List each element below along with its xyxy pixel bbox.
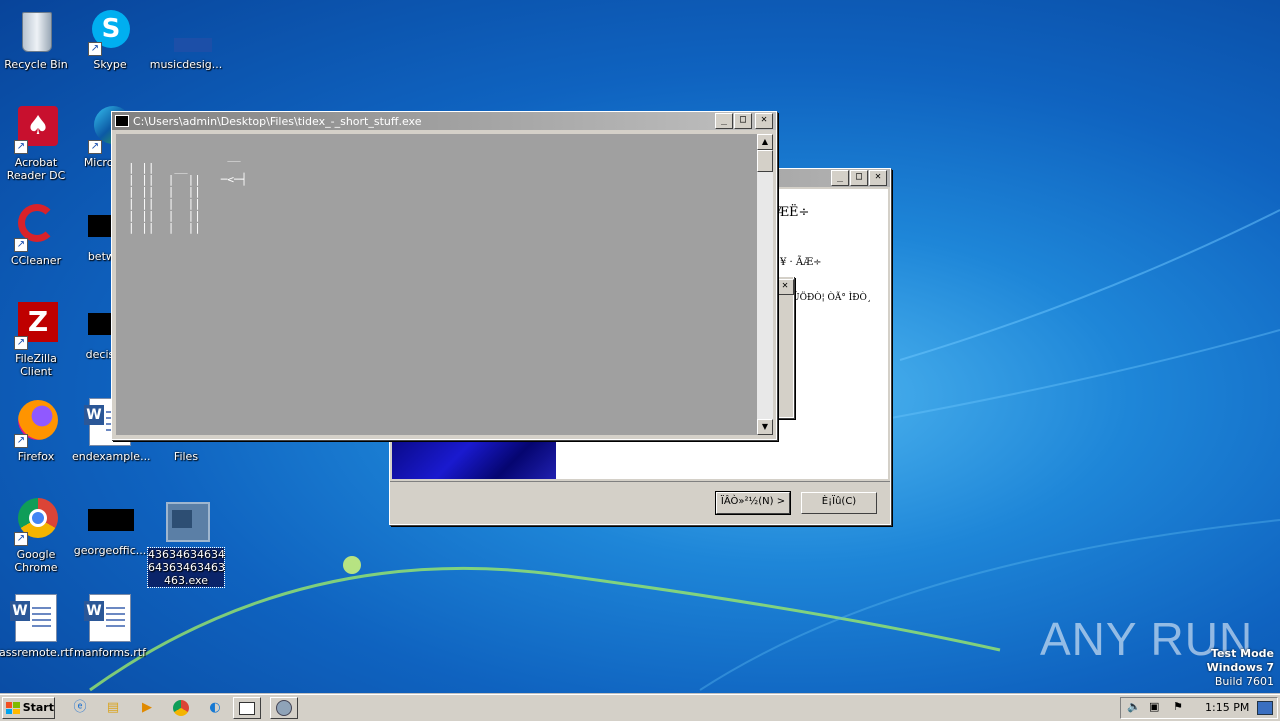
shortcut-arrow-icon: ↗: [88, 140, 102, 154]
media-player-icon[interactable]: ▶: [137, 698, 157, 718]
internet-explorer-icon[interactable]: ⓔ: [70, 698, 90, 718]
shortcut-arrow-icon: ↗: [14, 434, 28, 448]
file-thumbnail-icon: [88, 509, 134, 531]
acrobat-icon: ♠ ↗: [12, 104, 60, 154]
shortcut-arrow-icon: ↗: [14, 140, 28, 154]
shortcut-arrow-icon: ↗: [88, 42, 102, 56]
desktop-icon-ccleaner[interactable]: ↗ CCleaner: [0, 202, 74, 267]
desktop-icon-filezilla[interactable]: Z ↗ FileZilla Client: [0, 300, 74, 378]
minimize-button[interactable]: _: [831, 170, 849, 186]
chrome-taskbar-icon[interactable]: [171, 698, 191, 718]
console-taskbar-button[interactable]: [233, 697, 261, 719]
shortcut-arrow-icon: ↗: [14, 336, 28, 350]
installer-heading: ÆË÷: [776, 205, 810, 220]
desktop-icon-exe-file[interactable]: 43634634634 64363463463 463.exe: [147, 496, 225, 588]
volume-icon[interactable]: 🔈: [1127, 700, 1141, 713]
desktop-icon-assremote[interactable]: assremote.rtf: [0, 594, 74, 659]
console-title: C:\Users\admin\Desktop\Files\tidex_-_sho…: [133, 114, 422, 128]
desktop-icon-georgeoffic[interactable]: georgeoffic...: [72, 496, 148, 557]
desktop-icon-manforms[interactable]: manforms.rtf: [72, 594, 148, 659]
console-window[interactable]: C:\Users\admin\Desktop\Files\tidex_-_sho…: [111, 111, 777, 440]
test-mode-line: Test Mode: [1211, 647, 1274, 660]
scroll-down-button[interactable]: ▼: [757, 419, 773, 435]
desktop-icon-skype[interactable]: S ↗ Skype: [72, 6, 148, 71]
installer-taskbar-button[interactable]: [270, 697, 298, 719]
close-button[interactable]: ✕: [776, 279, 794, 295]
console-ascii-art: __ | || __ | || | || ─<─┤ | || | || | ||…: [128, 149, 248, 234]
close-button[interactable]: ✕: [755, 113, 773, 129]
explorer-folder-icon[interactable]: ▤: [103, 698, 123, 718]
next-button[interactable]: ÏÂÒ»²½(N) >: [715, 491, 791, 515]
installer-button-bar: ÏÂÒ»²½(N) > È¡Ïû(C): [390, 481, 890, 524]
skype-icon: S ↗: [86, 6, 134, 56]
installer-icon: [276, 700, 292, 716]
desktop-icon-acrobat-reader[interactable]: ♠ ↗ Acrobat Reader DC: [0, 104, 74, 182]
console-window-icon: [239, 702, 255, 715]
action-center-flag-icon[interactable]: ⚑: [1173, 700, 1183, 713]
console-scrollbar[interactable]: ▲ ▼: [757, 134, 773, 435]
network-icon[interactable]: ▣: [1149, 700, 1159, 713]
start-label: Start: [22, 701, 54, 714]
scroll-thumb[interactable]: [757, 150, 773, 172]
shortcut-arrow-icon: ↗: [14, 238, 28, 252]
installer-line-2: ÚÖÐÒ¦ ÒÃ° ÌÐÒ¸: [792, 293, 872, 303]
edge-taskbar-icon[interactable]: ◐: [205, 698, 225, 718]
close-button[interactable]: ✕: [869, 170, 887, 186]
chrome-icon: ↗: [12, 496, 60, 546]
show-desktop-icon[interactable]: [1257, 701, 1273, 715]
windows-version-line: Windows 7: [1206, 661, 1274, 674]
firefox-icon: ↗: [12, 398, 60, 448]
desktop-icon-musicdesig[interactable]: musicdesig...: [148, 6, 224, 71]
start-button[interactable]: Start: [2, 697, 55, 719]
installer-banner-image: [392, 441, 556, 479]
taskbar: Start ⓔ ▤ ▶ ◐ 🔈 ▣ ⚑ 1:15 PM: [0, 694, 1280, 721]
console-app-icon: [115, 115, 129, 127]
scroll-up-button[interactable]: ▲: [757, 134, 773, 150]
recycle-bin-icon: [12, 6, 60, 54]
console-titlebar[interactable]: C:\Users\admin\Desktop\Files\tidex_-_sho…: [112, 112, 776, 130]
desktop-icon-google-chrome[interactable]: ↗ Google Chrome: [0, 496, 74, 574]
build-line: Build 7601: [1214, 675, 1274, 688]
cancel-button[interactable]: È¡Ïû(C): [801, 492, 877, 514]
clock[interactable]: 1:15 PM: [1205, 701, 1249, 714]
console-output[interactable]: __ | || __ | || | || ─<─┤ | || | || | ||…: [116, 134, 757, 435]
maximize-button[interactable]: □: [734, 113, 752, 129]
maximize-button[interactable]: □: [850, 170, 868, 186]
word-document-icon: [10, 594, 60, 642]
file-thumbnail-icon: [162, 6, 212, 54]
executable-icon: [162, 496, 210, 544]
system-tray: 🔈 ▣ ⚑ 1:15 PM: [1120, 697, 1278, 719]
desktop-icon-firefox[interactable]: ↗ Firefox: [0, 398, 74, 463]
test-mode-text: Test Mode Windows 7 Build 7601: [1207, 647, 1274, 689]
minimize-button[interactable]: _: [715, 113, 733, 129]
desktop-icon-recycle-bin[interactable]: Recycle Bin: [0, 6, 74, 71]
installer-line-1: ¥ · ÃÆ÷: [780, 257, 822, 268]
filezilla-icon: Z ↗: [12, 300, 60, 350]
shortcut-arrow-icon: ↗: [14, 532, 28, 546]
ccleaner-icon: ↗: [12, 202, 60, 252]
windows-logo-icon: [6, 702, 20, 714]
word-document-icon: [84, 594, 134, 642]
